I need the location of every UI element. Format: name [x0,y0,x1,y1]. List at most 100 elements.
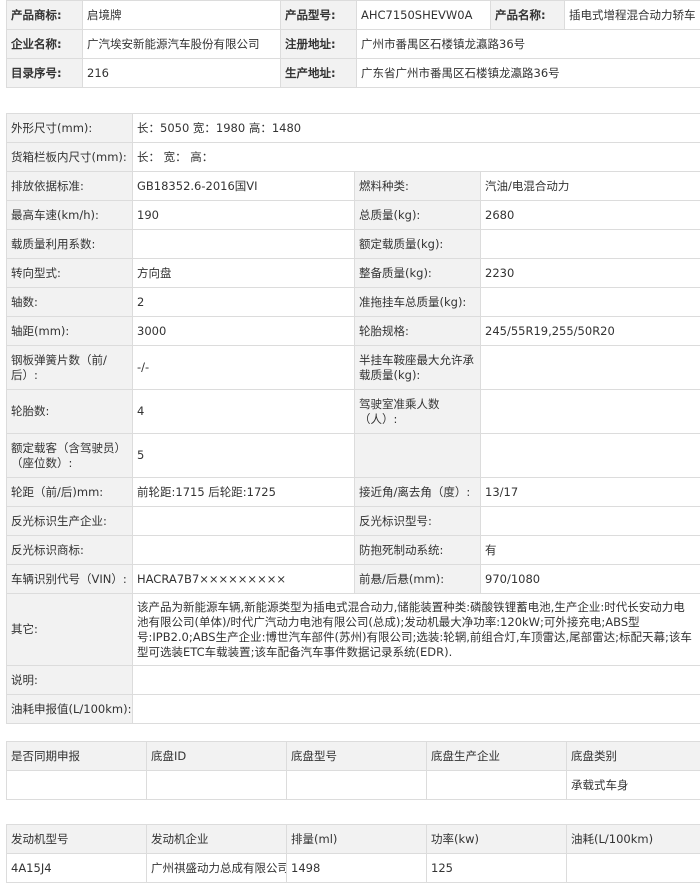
spec-label: 额定载客（含驾驶员）（座位数）: [6,433,133,478]
spec-value: 13/17 [479,477,700,507]
note-value [131,665,700,695]
spec-label: 半挂车鞍座最大允许承载质量(kg): [354,345,481,390]
catalog-no-label: 目录序号: [6,58,83,88]
cargo-dimensions-value: 长： 宽： 高： [131,142,700,172]
spec-label: 防抱死制动系统: [354,535,481,565]
fuel-consumption-value [131,694,700,724]
spec-row: 车辆识别代号（VIN）: HACRA7B7××××××××× 前悬/后悬(mm)… [6,564,700,594]
trademark-value: 启境牌 [82,0,281,30]
top-info-table: 产品商标: 启境牌 产品型号: AHC7150SHEVW0A 产品名称: 插电式… [6,0,700,88]
spec-label: 反光标识商标: [6,535,133,565]
spec-label: 轴数: [6,287,133,317]
specs-table: 外形尺寸(mm): 长：5050 宽：1980 高：1480 货箱栏板内尺寸(m… [6,113,700,724]
other-value: 该产品为新能源车辆,新能源类型为插电式混合动力,储能装置种类:磷酸铁锂蓄电池,生… [131,593,700,666]
spec-value: 3000 [132,316,355,346]
spec-value [132,535,355,565]
spec-value [132,229,355,259]
column-header: 油耗(L/100km) [566,824,700,854]
spec-label: 接近角/离去角（度）: [354,477,481,507]
spec-value: 5 [132,433,355,478]
spec-label: 准拖挂车总质量(kg): [354,287,481,317]
spec-value: 方向盘 [132,258,355,288]
product-name-value: 插电式增程混合动力轿车 [564,0,700,30]
column-header: 排量(ml) [286,824,427,854]
spec-value: 有 [479,535,700,565]
spec-label: 车辆识别代号（VIN）: [6,564,133,594]
spec-label: 反光标识型号: [354,506,481,536]
spec-row: 轮胎数: 4 驾驶室准乘人数（人）: [6,389,700,434]
spec-value: 汽油/电混合动力 [479,171,700,201]
spec-label [354,433,481,478]
spec-value [479,345,700,390]
reg-address-value: 广州市番禺区石楼镇龙瀛路36号 [356,29,700,59]
spec-value [479,229,700,259]
table-cell [426,770,567,800]
trademark-label: 产品商标: [6,0,83,30]
spec-value: 2680 [479,200,700,230]
spec-row: 反光标识生产企业: 反光标识型号: [6,506,700,536]
spec-value [132,506,355,536]
chassis-header-row: 是否同期申报 底盘ID 底盘型号 底盘生产企业 底盘类别 [6,741,700,771]
column-header: 底盘ID [146,741,287,771]
column-header: 发动机企业 [146,824,287,854]
catalog-no-value: 216 [82,58,281,88]
spec-row: 钢板弹簧片数（前/后）: -/- 半挂车鞍座最大允许承载质量(kg): [6,345,700,390]
spec-row: 货箱栏板内尺寸(mm): 长： 宽： 高： [6,142,700,172]
cargo-dimensions-label: 货箱栏板内尺寸(mm): [6,142,133,172]
spec-row: 反光标识商标: 防抱死制动系统: 有 [6,535,700,565]
spec-value [479,389,700,434]
column-header: 功率(kw) [426,824,567,854]
chassis-table: 是否同期申报 底盘ID 底盘型号 底盘生产企业 底盘类别 承载式车身 [6,741,700,800]
spec-row: 其它: 该产品为新能源车辆,新能源类型为插电式混合动力,储能装置种类:磷酸铁锂蓄… [6,593,700,666]
spec-row: 轴数: 2 准拖挂车总质量(kg): [6,287,700,317]
spec-value [479,506,700,536]
product-name-label: 产品名称: [490,0,565,30]
fuel-consumption-label: 油耗申报值(L/100km): [6,694,133,724]
spec-label: 整备质量(kg): [354,258,481,288]
spec-label: 反光标识生产企业: [6,506,133,536]
spec-row: 额定载客（含驾驶员）（座位数）: 5 [6,433,700,478]
spec-label: 前悬/后悬(mm): [354,564,481,594]
spec-row: 转向型式: 方向盘 整备质量(kg): 2230 [6,258,700,288]
spec-label: 总质量(kg): [354,200,481,230]
spec-value: HACRA7B7××××××××× [132,564,355,594]
spec-label: 载质量利用系数: [6,229,133,259]
chassis-row: 承载式车身 [6,770,700,800]
column-header: 发动机型号 [6,824,147,854]
spec-label: 燃料种类: [354,171,481,201]
spec-row: 排放依据标准: GB18352.6-2016国VI 燃料种类: 汽油/电混合动力 [6,171,700,201]
top-row: 目录序号: 216 生产地址: 广东省广州市番禺区石楼镇龙瀛路36号 [6,58,700,88]
spec-row: 轮距（前/后)mm: 前轮距:1715 后轮距:1725 接近角/离去角（度）:… [6,477,700,507]
model-label: 产品型号: [280,0,357,30]
spec-label: 轮胎规格: [354,316,481,346]
spec-row: 最高车速(km/h): 190 总质量(kg): 2680 [6,200,700,230]
spec-row: 油耗申报值(L/100km): [6,694,700,724]
spec-row: 载质量利用系数: 额定载质量(kg): [6,229,700,259]
table-cell: 1498 [286,853,427,883]
column-header: 是否同期申报 [6,741,147,771]
spec-label: 最高车速(km/h): [6,200,133,230]
spec-row: 轴距(mm): 3000 轮胎规格: 245/55R19,255/50R20 [6,316,700,346]
spec-label: 额定载质量(kg): [354,229,481,259]
top-row: 企业名称: 广汽埃安新能源汽车股份有限公司 注册地址: 广州市番禺区石楼镇龙瀛路… [6,29,700,59]
spec-label: 转向型式: [6,258,133,288]
prod-address-label: 生产地址: [280,58,357,88]
company-label: 企业名称: [6,29,83,59]
model-value: AHC7150SHEVW0A [356,0,491,30]
table-cell: 4A15J4 [6,853,147,883]
table-cell: 125 [426,853,567,883]
spec-row: 外形尺寸(mm): 长：5050 宽：1980 高：1480 [6,113,700,143]
spec-value: 4 [132,389,355,434]
spec-value: 2230 [479,258,700,288]
table-cell [6,770,147,800]
prod-address-value: 广东省广州市番禺区石楼镇龙瀛路36号 [356,58,700,88]
spec-value: -/- [132,345,355,390]
dimensions-label: 外形尺寸(mm): [6,113,133,143]
engine-row: 4A15J4 广州祺盛动力总成有限公司 1498 125 [6,853,700,883]
spec-label: 轮距（前/后)mm: [6,477,133,507]
spec-row: 说明: [6,665,700,695]
note-label: 说明: [6,665,133,695]
spec-label: 钢板弹簧片数（前/后）: [6,345,133,390]
spec-value [479,433,700,478]
spec-value [479,287,700,317]
